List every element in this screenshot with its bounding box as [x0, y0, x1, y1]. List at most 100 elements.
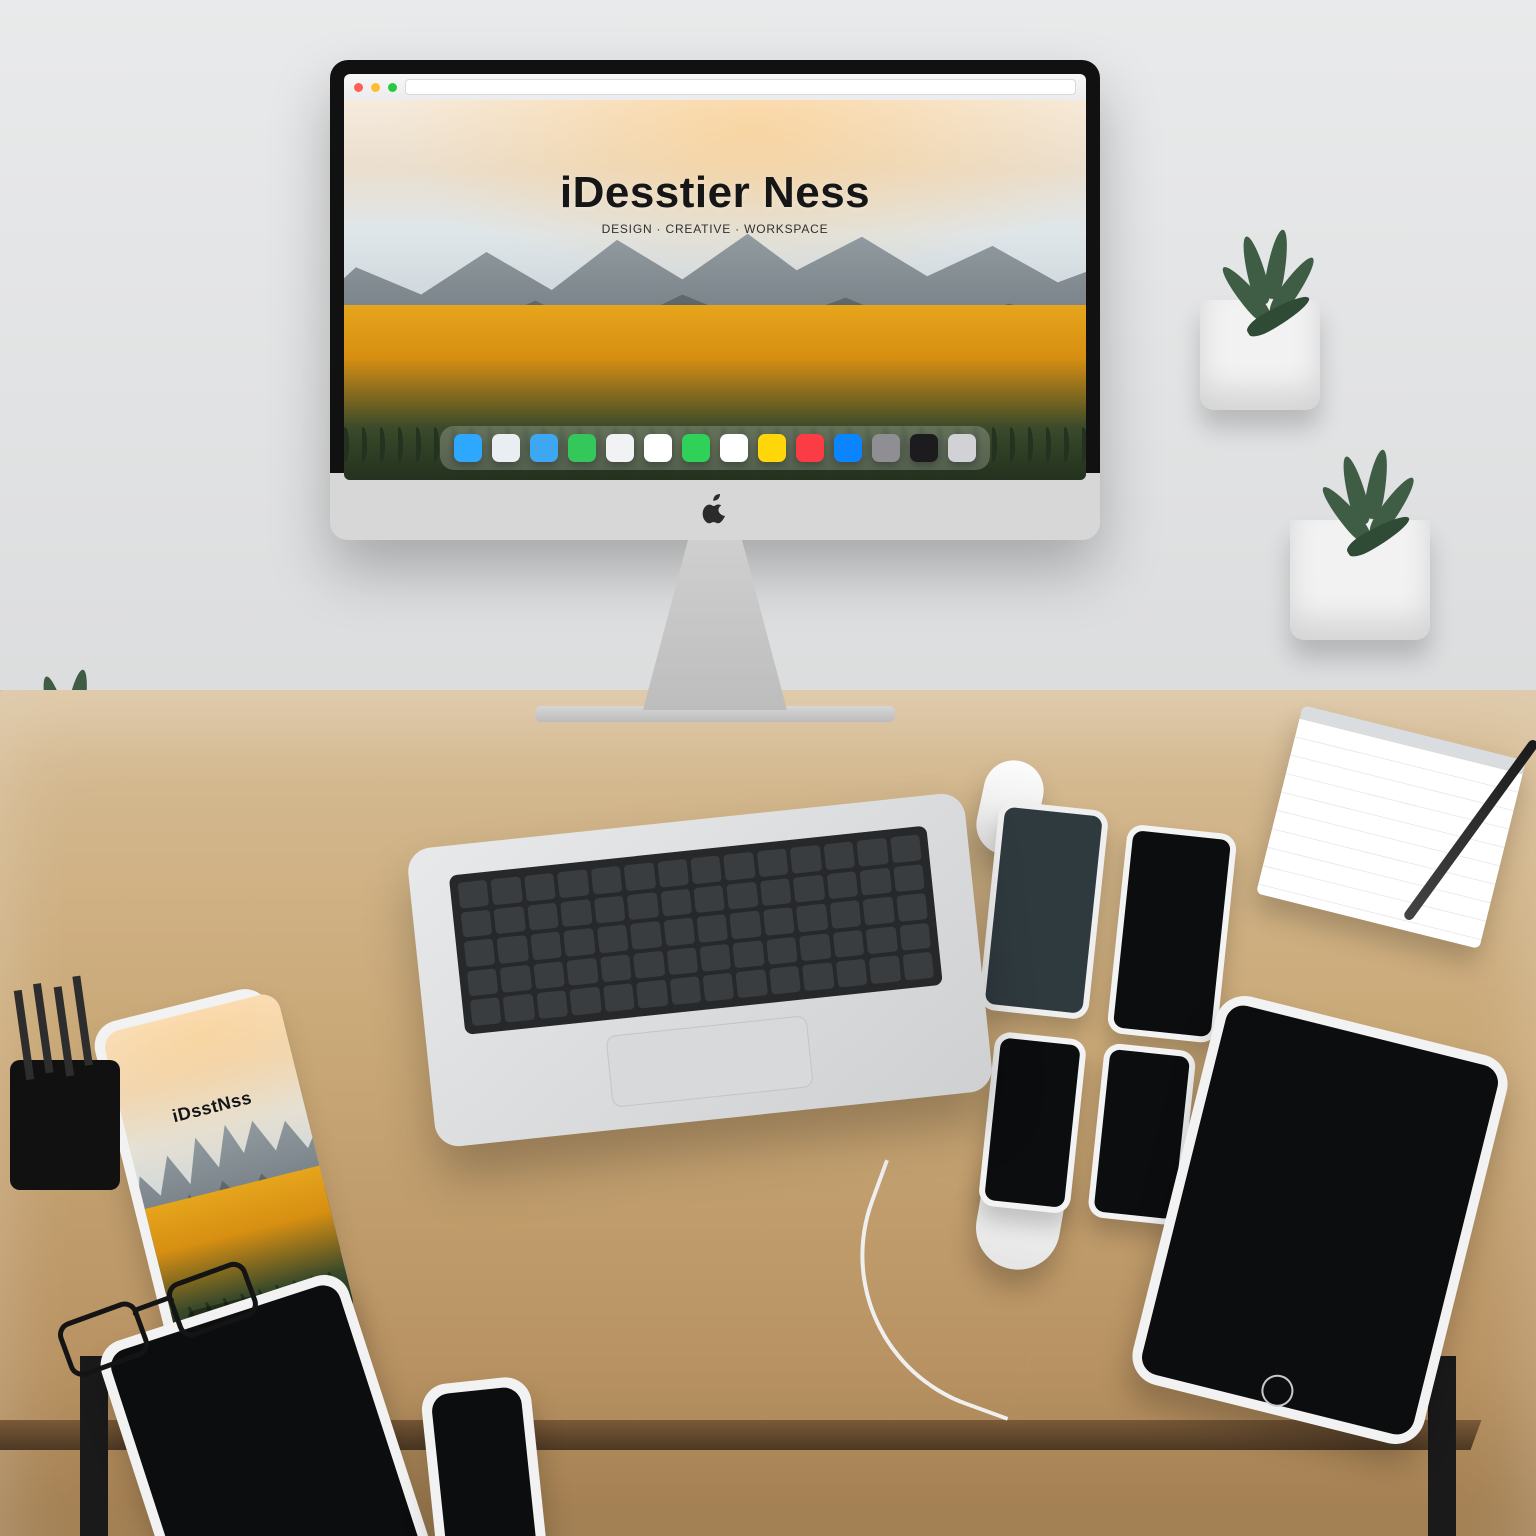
keyboard-key[interactable] — [461, 909, 493, 938]
scene-workspace-desk: iDesstier Ness DESIGN · CREATIVE · WORKS… — [0, 0, 1536, 1536]
keyboard-key[interactable] — [866, 926, 898, 955]
keyboard-key[interactable] — [636, 980, 668, 1009]
keyboard-key[interactable] — [603, 984, 635, 1013]
keyboard-key[interactable] — [869, 956, 901, 985]
keyboard-key[interactable] — [902, 952, 934, 981]
keyboard-key[interactable] — [769, 966, 801, 995]
keyboard-key[interactable] — [893, 864, 925, 893]
keyboard-key[interactable] — [760, 878, 792, 907]
keyboard-key[interactable] — [530, 932, 562, 961]
keyboard-key[interactable] — [536, 991, 568, 1020]
keyboard-key[interactable] — [802, 963, 834, 992]
keyboard-key[interactable] — [833, 930, 865, 959]
keyboard-key[interactable] — [766, 937, 798, 966]
window-close-icon[interactable] — [354, 83, 363, 92]
keyboard-key[interactable] — [633, 951, 665, 980]
window-minimize-icon[interactable] — [371, 83, 380, 92]
keyboard-key[interactable] — [736, 970, 768, 999]
keyboard-key[interactable] — [657, 859, 689, 888]
keyboard-key[interactable] — [627, 892, 659, 921]
keyboard-key[interactable] — [464, 939, 496, 968]
keyboard-key[interactable] — [793, 874, 825, 903]
keyboard-key[interactable] — [829, 900, 861, 929]
keyboard-key[interactable] — [557, 869, 589, 898]
keyboard-key[interactable] — [524, 873, 556, 902]
dock-app-settings-icon[interactable] — [872, 434, 900, 462]
laptop-keyboard[interactable] — [449, 826, 943, 1035]
dock-app-finder-icon[interactable] — [454, 434, 482, 462]
keyboard-key[interactable] — [790, 845, 822, 874]
macos-dock[interactable] — [440, 426, 990, 470]
window-zoom-icon[interactable] — [388, 83, 397, 92]
keyboard-key[interactable] — [693, 885, 725, 914]
laptop-trackpad[interactable] — [605, 1015, 813, 1108]
keyboard-key[interactable] — [630, 921, 662, 950]
keyboard-key[interactable] — [696, 914, 728, 943]
dock-app-photos-icon[interactable] — [644, 434, 672, 462]
keyboard-key[interactable] — [467, 968, 499, 997]
imac: iDesstier Ness DESIGN · CREATIVE · WORKS… — [330, 60, 1100, 722]
pencil-cup — [10, 1060, 120, 1190]
keyboard-key[interactable] — [458, 880, 490, 909]
keyboard-key[interactable] — [570, 987, 602, 1016]
keyboard-key[interactable] — [823, 841, 855, 870]
keyboard-key[interactable] — [857, 838, 889, 867]
phone-dark — [978, 800, 1109, 1020]
keyboard-key[interactable] — [700, 944, 732, 973]
dock-app-maps-icon[interactable] — [606, 434, 634, 462]
keyboard-key[interactable] — [624, 862, 656, 891]
keyboard-key[interactable] — [669, 977, 701, 1006]
keyboard-key[interactable] — [591, 866, 623, 895]
keyboard-key[interactable] — [727, 881, 759, 910]
keyboard-key[interactable] — [600, 954, 632, 983]
keyboard-key[interactable] — [560, 899, 592, 928]
keyboard-key[interactable] — [500, 965, 532, 994]
imac-stand — [625, 540, 805, 710]
address-bar[interactable] — [405, 79, 1076, 95]
keyboard-key[interactable] — [730, 911, 762, 940]
browser-chrome — [344, 74, 1086, 100]
dock-app-appstore-icon[interactable] — [834, 434, 862, 462]
keyboard-key[interactable] — [497, 935, 529, 964]
dock-app-music-icon[interactable] — [796, 434, 824, 462]
keyboard-key[interactable] — [796, 904, 828, 933]
laptop — [406, 792, 994, 1149]
dock-app-facetime-icon[interactable] — [682, 434, 710, 462]
keyboard-key[interactable] — [836, 959, 868, 988]
keyboard-key[interactable] — [703, 973, 735, 1002]
keyboard-key[interactable] — [690, 855, 722, 884]
keyboard-key[interactable] — [470, 998, 502, 1027]
keyboard-key[interactable] — [597, 925, 629, 954]
dock-app-safari-icon[interactable] — [492, 434, 520, 462]
keyboard-key[interactable] — [527, 902, 559, 931]
dock-app-messages-icon[interactable] — [568, 434, 596, 462]
keyboard-key[interactable] — [733, 940, 765, 969]
keyboard-key[interactable] — [563, 928, 595, 957]
ipod-small — [419, 1375, 550, 1536]
dock-app-terminal-icon[interactable] — [910, 434, 938, 462]
keyboard-key[interactable] — [663, 918, 695, 947]
keyboard-key[interactable] — [494, 906, 526, 935]
keyboard-key[interactable] — [503, 994, 535, 1023]
dock-app-notes-icon[interactable] — [758, 434, 786, 462]
dock-app-trash-icon[interactable] — [948, 434, 976, 462]
dock-app-mail-icon[interactable] — [530, 434, 558, 462]
keyboard-key[interactable] — [860, 867, 892, 896]
keyboard-key[interactable] — [763, 907, 795, 936]
imac-display[interactable]: iDesstier Ness DESIGN · CREATIVE · WORKS… — [344, 74, 1086, 480]
dock-app-calendar-icon[interactable] — [720, 434, 748, 462]
keyboard-key[interactable] — [757, 848, 789, 877]
keyboard-key[interactable] — [666, 947, 698, 976]
keyboard-key[interactable] — [890, 834, 922, 863]
keyboard-key[interactable] — [567, 958, 599, 987]
keyboard-key[interactable] — [594, 895, 626, 924]
keyboard-key[interactable] — [799, 933, 831, 962]
keyboard-key[interactable] — [863, 897, 895, 926]
keyboard-key[interactable] — [899, 923, 931, 952]
keyboard-key[interactable] — [724, 852, 756, 881]
keyboard-key[interactable] — [826, 871, 858, 900]
keyboard-key[interactable] — [533, 961, 565, 990]
keyboard-key[interactable] — [491, 876, 523, 905]
keyboard-key[interactable] — [896, 893, 928, 922]
keyboard-key[interactable] — [660, 888, 692, 917]
